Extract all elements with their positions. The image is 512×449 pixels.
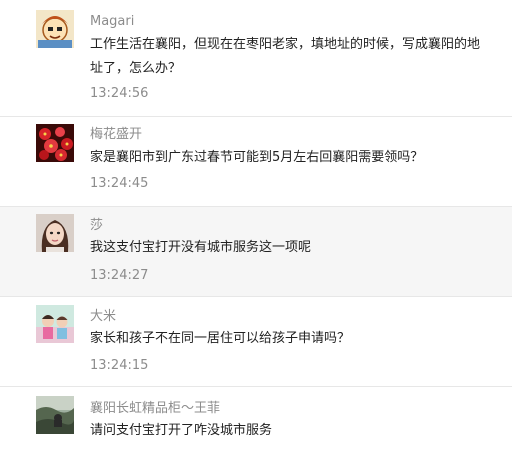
message-text: 请问支付宝打开了咋没城市服务 <box>90 423 273 438</box>
message-text: 我这支付宝打开没有城市服务这一项呢 <box>90 240 312 255</box>
message-time: 13:24:45 <box>90 176 149 191</box>
sender-name: 梅花盛开 <box>90 127 143 142</box>
message-item: Magari 工作生活在襄阳，但现在在枣阳老家，填地址的时候，写成襄阳的地址了，… <box>0 0 512 117</box>
message-item: 莎 我这支付宝打开没有城市服务这一项呢 13:24:27 <box>0 207 512 297</box>
message-time: 13:24:15 <box>90 358 149 373</box>
sender-name: 大米 <box>90 309 117 324</box>
message-text: 家是襄阳市到广东过春节可能到5月左右回襄阳需要领吗？ <box>90 150 424 165</box>
sender-name: 襄阳长虹精品柜～王菲 <box>90 401 221 416</box>
sender-name: 莎 <box>90 218 104 233</box>
message-item: 梅花盛开 家是襄阳市到广东过春节可能到5月左右回襄阳需要领吗？ 13:24:45 <box>0 117 512 207</box>
message-item: 襄阳长虹精品柜～王菲 请问支付宝打开了咋没城市服务 <box>0 387 512 449</box>
message-text: 家长和孩子不在同一居住可以给孩子申请吗？ <box>90 331 351 346</box>
sender-name: Magari <box>90 14 135 29</box>
message-time: 13:24:56 <box>90 86 149 101</box>
portrait-avatar[interactable] <box>36 214 74 252</box>
kids-avatar[interactable] <box>36 305 74 343</box>
message-time: 13:24:27 <box>90 268 149 283</box>
message-feed: Magari 工作生活在襄阳，但现在在枣阳老家，填地址的时候，写成襄阳的地址了，… <box>0 0 512 449</box>
flower-avatar[interactable] <box>36 124 74 162</box>
message-item: 大米 家长和孩子不在同一居住可以给孩子申请吗？ 13:24:15 <box>0 297 512 387</box>
cartoon-avatar[interactable] <box>36 10 74 48</box>
landscape-avatar[interactable] <box>36 396 74 434</box>
message-text: 工作生活在襄阳，但现在在枣阳老家，填地址的时候，写成襄阳的地址了，怎么办？ <box>90 37 481 76</box>
